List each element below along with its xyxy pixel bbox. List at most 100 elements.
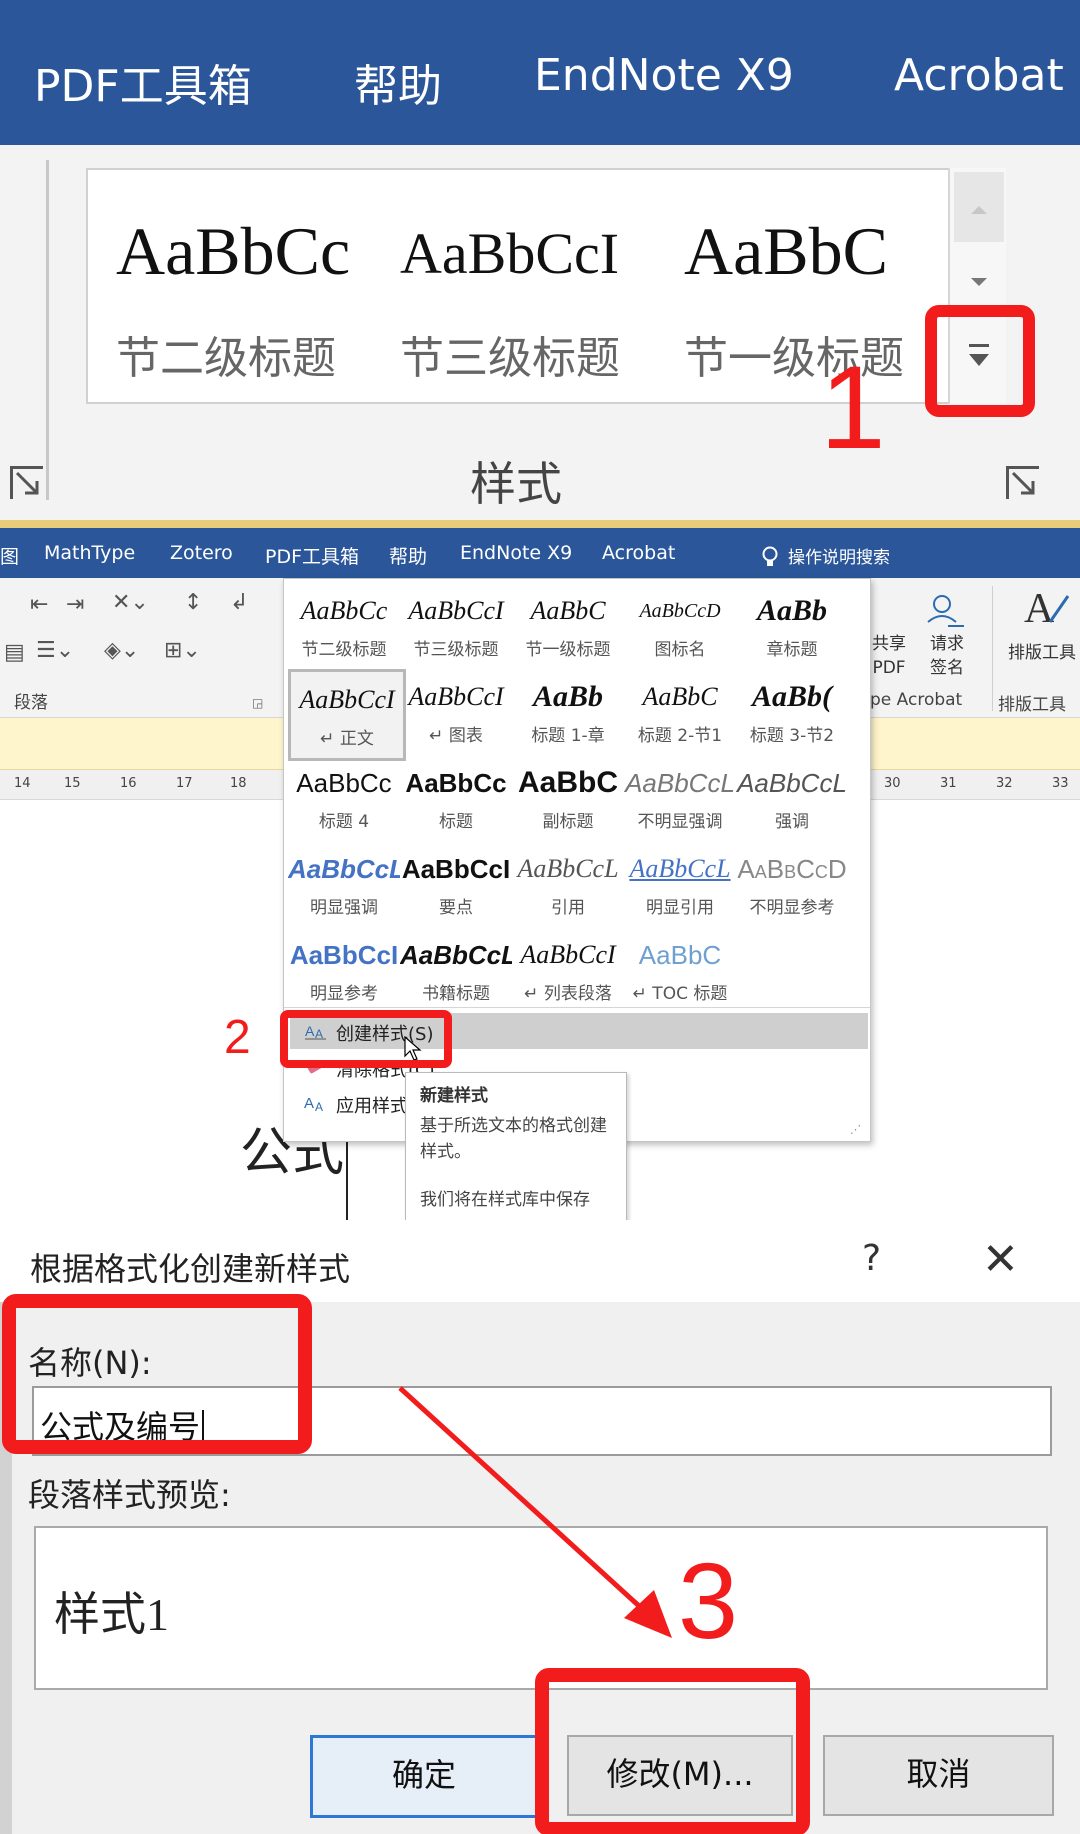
style-preview: AaBb	[756, 594, 828, 627]
tab-endnote[interactable]: EndNote X9	[534, 50, 794, 101]
annotation-highlight-2	[280, 1010, 452, 1068]
tab-partial[interactable]: 图	[0, 542, 19, 569]
style-gallery-item[interactable]: AaBbCcL 强调	[736, 755, 848, 841]
style-gallery-item[interactable]: AaBb(标题 3-节2	[736, 669, 848, 755]
align-icon[interactable]: ▤	[4, 640, 25, 665]
panel-new-style-dialog: 根据格式化创建新样式 ? ✕ 名称(N): 公式及编号 段落样式预览: 样式1 …	[0, 1220, 1080, 1834]
ruler-number: 32	[996, 776, 1013, 791]
ruler-number: 14	[14, 776, 31, 791]
annotation-highlight-modify	[535, 1668, 810, 1834]
style-preview: AaBbC	[638, 940, 722, 970]
style-gallery-item[interactable]: AaBb 标题 1-章	[512, 669, 624, 755]
style-gallery-item[interactable]: AaBbC 标题 2-节1	[624, 669, 736, 755]
tab-help[interactable]: 帮助	[354, 50, 442, 114]
style-gallery-item[interactable]: AaBbC ↵ TOC 标题	[624, 927, 736, 1013]
style-preview: AaBbC	[530, 596, 606, 625]
request-sign-button[interactable]: 请求 签名	[930, 632, 964, 680]
style-name: 节二级标题	[301, 640, 387, 660]
tooltip-more: 我们将在样式库中保存	[420, 1190, 590, 1210]
style-name: 节一级标题	[525, 640, 611, 660]
scroll-up-button[interactable]	[954, 172, 1004, 242]
tell-me-search[interactable]: 操作说明搜索	[760, 543, 890, 568]
style-gallery-item[interactable]: AaBbCcL 明显强调	[288, 841, 400, 927]
style-gallery-item[interactable]: AaBbCc 节二级标题	[288, 583, 400, 669]
ruler-number: 31	[940, 776, 957, 791]
style-preview: AaBbCcL	[288, 854, 400, 884]
tab-pdf-toolbox[interactable]: PDF工具箱	[265, 542, 359, 569]
annotation-step-3: 3	[678, 1540, 739, 1661]
paragraph-group-label: 段落	[14, 693, 48, 713]
style-gallery-item[interactable]: AaBbCcI 要点	[400, 841, 512, 927]
tab-acrobat[interactable]: Acrobat	[894, 50, 1064, 101]
tab-mathtype[interactable]: MathType	[44, 542, 135, 564]
ribbon-tab-bar: 图 MathType Zotero PDF工具箱 帮助 EndNote X9 A…	[0, 528, 1080, 578]
ruler-number: 15	[64, 776, 81, 791]
style-gallery-item[interactable]: AaBb 章标题	[736, 583, 848, 669]
typeset-pen-icon: A	[1024, 586, 1070, 630]
style-preview[interactable]: AaBbCc	[116, 212, 350, 291]
sign-label: 签名	[930, 658, 964, 678]
style-preview[interactable]: AaBbCcI	[400, 220, 619, 287]
style-gallery-item[interactable]: AaBbCcI ↵ 正文	[288, 669, 406, 761]
style-preview: AaBbC	[642, 682, 718, 711]
style-preview[interactable]: AaBbC	[684, 212, 888, 291]
style-preview: AaBb	[532, 680, 604, 713]
apply-styles-label: 应用样式	[336, 1096, 408, 1117]
tab-pdf-toolbox[interactable]: PDF工具箱	[34, 50, 252, 114]
decrease-indent-icon[interactable]: ⇤	[30, 592, 48, 617]
group-divider	[46, 160, 49, 500]
launcher-arrow-icon	[15, 471, 39, 495]
style-gallery-item[interactable]: AaBbCc 标题	[400, 755, 512, 841]
increase-indent-icon[interactable]: ⇥	[66, 592, 84, 617]
typeset-tool-button[interactable]: 排版工具	[1008, 638, 1076, 663]
sort-icon[interactable]: ↕	[184, 590, 202, 615]
style-gallery-item[interactable]: AaBbCcL 书籍标题	[400, 927, 512, 1013]
style-preview: AaBbCcL	[629, 854, 731, 883]
text-cursor	[346, 1130, 348, 1220]
line-spacing-icon[interactable]: ☰⌄	[36, 638, 74, 663]
tab-endnote[interactable]: EndNote X9	[460, 542, 572, 564]
style-gallery-item[interactable]: AaBbCcD 图标名	[624, 583, 736, 669]
style-gallery-item[interactable]: AaBbCcL 明显引用	[624, 841, 736, 927]
style-gallery-item[interactable]: AaBbCcD 不明显参考	[736, 841, 848, 927]
annotation-highlight-1	[925, 305, 1035, 417]
create-style-tooltip: 新建样式 基于所选文本的格式创建样式。 我们将在样式库中保存	[405, 1072, 627, 1220]
paragraph-launcher-icon[interactable]: ◲	[252, 696, 263, 710]
show-marks-icon[interactable]: ↲	[230, 590, 248, 615]
tell-me-label: 操作说明搜索	[788, 548, 890, 568]
ribbon-tab-bar: PDF工具箱 帮助 EndNote X9 Acrobat	[0, 0, 1080, 145]
tooltip-title: 新建样式	[420, 1086, 488, 1106]
asian-layout-icon[interactable]: ✕⌄	[112, 590, 149, 615]
annotation-step-2: 2	[224, 1011, 251, 1064]
style-gallery-item[interactable]: AaBbCcI 节三级标题	[400, 583, 512, 669]
style-preview: AaBbCcL	[625, 768, 735, 798]
dialog-launcher-icon[interactable]	[10, 466, 43, 499]
shading-icon[interactable]: ◈⌄	[104, 638, 139, 663]
style-gallery-item[interactable]: AaBbCcI ↵ 图表	[400, 669, 512, 755]
style-name: 书籍标题	[422, 984, 490, 1004]
style-name: 明显强调	[310, 898, 378, 918]
style-name: 标题 2-节1	[637, 726, 723, 746]
style-name: 明显引用	[646, 898, 714, 918]
tab-acrobat[interactable]: Acrobat	[602, 542, 675, 564]
style-gallery-item[interactable]: AaBbCc 标题 4	[288, 755, 400, 841]
style-name: 节三级标题	[413, 640, 499, 660]
tab-help[interactable]: 帮助	[389, 542, 427, 569]
chevron-up-icon	[971, 206, 987, 214]
style-gallery-item[interactable]: AaBbCcI ↵ 列表段落	[512, 927, 624, 1013]
tab-zotero[interactable]: Zotero	[170, 542, 233, 564]
borders-icon[interactable]: ⊞⌄	[164, 638, 201, 663]
styles-launcher-icon[interactable]	[1006, 466, 1039, 499]
style-gallery-item[interactable]: AaBbCcL 不明显强调	[624, 755, 736, 841]
share-pdf-button[interactable]: 共享 PDF	[872, 632, 906, 680]
style-preview: AaBbCcD	[737, 854, 847, 884]
resize-grip-icon[interactable]: ⋰	[850, 1123, 861, 1136]
style-gallery-item[interactable]: AaBbCcI 明显参考	[288, 927, 400, 1013]
style-gallery-item[interactable]: AaBbC 副标题	[512, 755, 624, 841]
style-gallery-item[interactable]: AaBbCcL 引用	[512, 841, 624, 927]
style-name: 明显参考	[310, 984, 378, 1004]
style-preview: AaBbCcL	[517, 854, 619, 883]
style-name: ↵ 图表	[429, 726, 483, 746]
style-name: 要点	[439, 898, 473, 918]
style-gallery-item[interactable]: AaBbC 节一级标题	[512, 583, 624, 669]
